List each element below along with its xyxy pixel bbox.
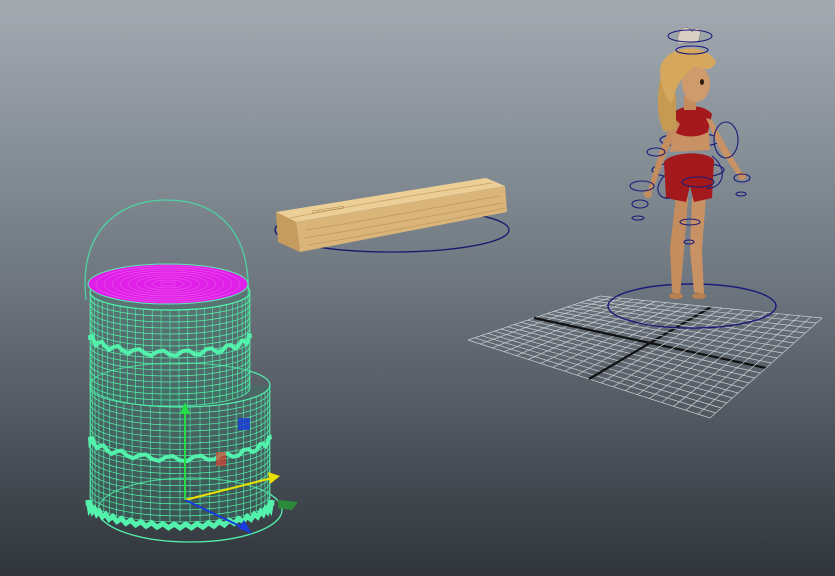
character-right-hand [738,172,746,180]
cake-model[interactable] [84,199,283,543]
viewport-scene[interactable]: ▭▭▭▭▭ [0,0,835,576]
character-rig[interactable] [607,27,777,329]
3d-viewport[interactable]: ▭▭▭▭▭ [0,0,835,576]
manipulator-plane-handle-red[interactable] [216,452,226,466]
wooden-plank[interactable]: ▭▭▭▭▭ [274,178,510,253]
character-top [674,106,712,137]
manipulator-plane-handle[interactable] [238,418,250,430]
character-right-leg [690,196,706,294]
manipulator-x-arrow[interactable] [268,472,280,484]
manipulator-plane-handle-green[interactable] [278,500,298,510]
character-left-foot [669,293,683,299]
character-eye [700,79,704,85]
character-right-foot [692,293,706,299]
character-left-leg [670,196,688,296]
